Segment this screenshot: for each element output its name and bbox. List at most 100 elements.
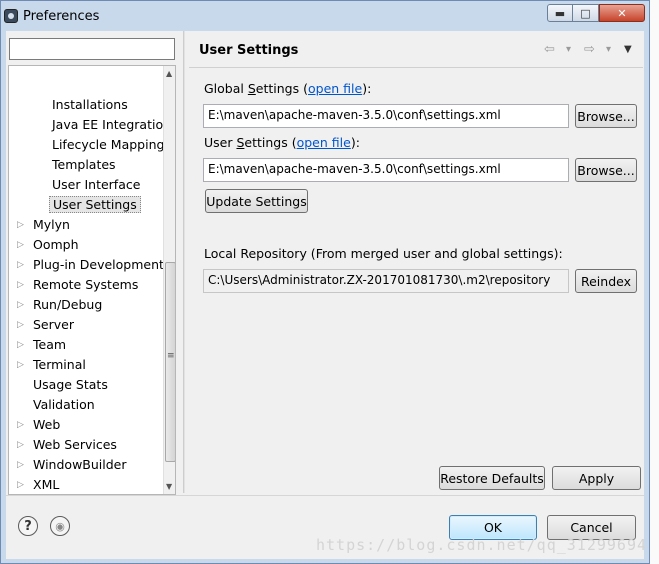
- forward-arrow-icon[interactable]: ⇨: [584, 42, 595, 57]
- expand-arrow-icon[interactable]: ▷: [17, 436, 27, 454]
- tree-item-label: XML: [33, 477, 60, 492]
- expand-arrow-icon[interactable]: ▷: [17, 316, 27, 334]
- global-settings-field[interactable]: E:\maven\apache-maven-3.5.0\conf\setting…: [203, 104, 569, 128]
- tree-item[interactable]: User Settings: [49, 196, 141, 214]
- tree-item-label: Mylyn: [33, 217, 70, 232]
- tree-item[interactable]: ▷ Mylyn: [17, 216, 73, 234]
- title-bar[interactable]: Preferences ▬ □ ✕: [1, 1, 649, 31]
- window-title: Preferences: [23, 9, 100, 24]
- tree-vertical-scrollbar[interactable]: ▲ ▼: [163, 66, 175, 494]
- background-window-edge: [650, 0, 659, 564]
- global-label-suffix: ):: [362, 81, 372, 96]
- preferences-window: Preferences ▬ □ ✕ Installations Java EE I…: [0, 0, 650, 564]
- header-separator: [189, 67, 643, 68]
- tree-item[interactable]: ▷ Server: [17, 316, 77, 334]
- tree-item[interactable]: User Interface: [49, 176, 143, 194]
- user-label-prefix: User: [204, 135, 237, 150]
- user-label-rest: ettings (: [244, 135, 297, 150]
- close-button[interactable]: ✕: [599, 4, 645, 22]
- tree-item-label: Oomph: [33, 237, 79, 252]
- local-repository-label: Local Repository (From merged user and g…: [204, 246, 563, 261]
- watermark-text: https://blog.csdn.net/qq_31299694: [316, 536, 648, 554]
- filter-input[interactable]: [9, 38, 175, 60]
- tree-item[interactable]: Templates: [49, 156, 119, 174]
- tree-item-label: Validation: [33, 397, 95, 412]
- tree-item[interactable]: Java EE Integration: [49, 116, 174, 134]
- apply-button[interactable]: Apply: [552, 466, 641, 490]
- tree-item[interactable]: ▷ XML: [17, 476, 62, 494]
- expand-arrow-icon[interactable]: ▷: [17, 256, 27, 274]
- tree-item-label: User Settings: [49, 196, 141, 213]
- expand-arrow-icon[interactable]: ▷: [17, 276, 27, 294]
- tree-item-label: WindowBuilder: [33, 457, 127, 472]
- global-open-file-link[interactable]: open file: [308, 81, 362, 96]
- tree-item-label: Templates: [52, 157, 116, 172]
- import-export-icon[interactable]: ◉: [50, 516, 70, 536]
- tree-item[interactable]: ▷ Run/Debug: [17, 296, 105, 314]
- tree-item[interactable]: ▷ WindowBuilder: [17, 456, 130, 474]
- tree-item-label: Team: [33, 337, 67, 352]
- expand-arrow-icon[interactable]: ▷: [17, 456, 27, 474]
- expand-arrow-icon[interactable]: ▷: [17, 236, 27, 254]
- global-label-rest: ettings (: [255, 81, 308, 96]
- tree-item[interactable]: Installations: [49, 96, 131, 114]
- restore-defaults-button[interactable]: Restore Defaults: [439, 466, 545, 490]
- tree-item-label: Terminal: [33, 357, 86, 372]
- tree-item-label: Run/Debug: [33, 297, 103, 312]
- expand-arrow-icon[interactable]: ▷: [17, 216, 27, 234]
- eclipse-app-icon: [4, 9, 18, 23]
- tree-item[interactable]: Usage Stats: [30, 376, 111, 394]
- tree-item[interactable]: ▷ Web: [17, 416, 63, 434]
- scroll-up-icon[interactable]: ▲: [166, 69, 172, 78]
- tree-item[interactable]: ▷ Remote Systems: [17, 276, 141, 294]
- back-arrow-icon[interactable]: ⇦: [544, 42, 555, 57]
- tree-item-label: Installations: [52, 97, 128, 112]
- expand-arrow-icon[interactable]: ▷: [17, 476, 27, 494]
- reindex-button[interactable]: Reindex: [575, 269, 637, 293]
- preferences-tree: Installations Java EE Integration Lifecycl…: [8, 65, 176, 495]
- tree-item[interactable]: ▷ Team: [17, 336, 69, 354]
- update-settings-button[interactable]: Update Settings: [205, 189, 308, 213]
- user-settings-label: User Settings (open file):: [204, 135, 360, 150]
- minimize-button[interactable]: ▬: [547, 4, 573, 22]
- tree-item-label: Java EE Integration: [52, 117, 172, 132]
- local-repository-field[interactable]: C:\Users\Administrator.ZX-201701081730\.…: [203, 269, 569, 293]
- tree-item-label: Plug-in Development: [33, 257, 164, 272]
- tree-item[interactable]: ▷ Terminal: [17, 356, 89, 374]
- maximize-button[interactable]: □: [573, 4, 599, 22]
- tree-item[interactable]: ▷ Web Services: [17, 436, 120, 454]
- expand-arrow-icon[interactable]: ▷: [17, 336, 27, 354]
- tree-item-label: Server: [33, 317, 74, 332]
- tree-item[interactable]: Lifecycle Mapping: [49, 136, 167, 154]
- expand-arrow-icon[interactable]: ▷: [17, 416, 27, 434]
- user-open-file-link[interactable]: open file: [297, 135, 351, 150]
- dialog-client-area: Installations Java EE Integration Lifecycl…: [6, 31, 644, 559]
- tree-item-label: User Interface: [52, 177, 141, 192]
- global-label-prefix: Global: [204, 81, 248, 96]
- expand-arrow-icon[interactable]: ▷: [17, 296, 27, 314]
- pane-sash[interactable]: [183, 31, 185, 493]
- forward-menu-icon[interactable]: ▾: [606, 44, 611, 55]
- global-browse-button[interactable]: Browse...: [575, 104, 637, 128]
- bottom-separator: [6, 495, 644, 496]
- help-icon[interactable]: ?: [18, 516, 38, 536]
- global-settings-label: Global Settings (open file):: [204, 81, 371, 96]
- tree-item[interactable]: ▷ Oomph: [17, 236, 82, 254]
- back-menu-icon[interactable]: ▾: [566, 44, 571, 55]
- user-label-suffix: ):: [350, 135, 360, 150]
- tree-item-label: Remote Systems: [33, 277, 139, 292]
- tree-item-label: Web Services: [33, 437, 117, 452]
- page-title: User Settings: [199, 43, 299, 58]
- tree-item-label: Usage Stats: [33, 377, 108, 392]
- tree-item-label: Lifecycle Mapping: [52, 137, 165, 152]
- expand-arrow-icon[interactable]: ▷: [17, 356, 27, 374]
- user-browse-button[interactable]: Browse...: [575, 158, 637, 182]
- tree-item[interactable]: Validation: [30, 396, 98, 414]
- tree-item-label: Web: [33, 417, 61, 432]
- view-menu-icon[interactable]: ▼: [624, 44, 632, 55]
- scroll-thumb[interactable]: [165, 262, 175, 462]
- global-label-mnemonic: S: [247, 81, 256, 96]
- user-settings-field[interactable]: E:\maven\apache-maven-3.5.0\conf\setting…: [203, 158, 569, 182]
- tree-item[interactable]: ▷ Plug-in Development: [17, 256, 167, 274]
- scroll-down-icon[interactable]: ▼: [166, 482, 172, 491]
